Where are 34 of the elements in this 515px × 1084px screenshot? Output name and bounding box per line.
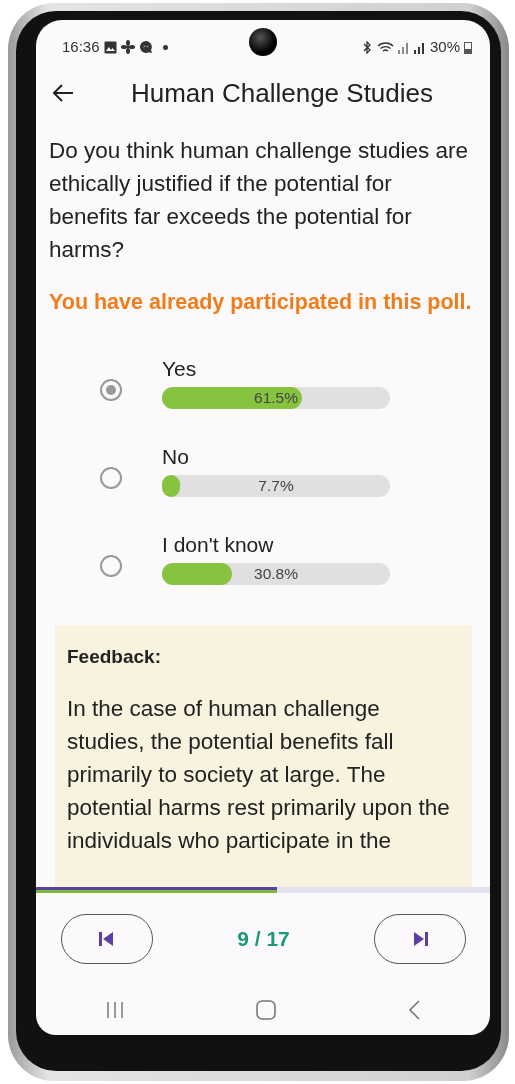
result-percent: 30.8% [253, 564, 299, 584]
feedback-heading: Feedback: [67, 645, 162, 669]
radio-button[interactable] [100, 467, 122, 489]
image-icon [103, 40, 117, 54]
result-percent: 61.5% [253, 388, 299, 408]
status-time: 16:36 [62, 36, 100, 57]
skip-previous-icon [99, 932, 115, 946]
previous-button[interactable] [61, 914, 153, 964]
option-label: No [162, 445, 190, 469]
question-text: Do you think human challenge studies are ethically justified if the potential for benefits far exceeds the potential for harms? [48, 137, 469, 264]
option-label: Yes [162, 357, 198, 381]
option-label: I don't know [162, 533, 275, 557]
screen-title: Human Challenge Studies [129, 76, 434, 110]
back-icon[interactable] [408, 1000, 420, 1020]
dot-icon [162, 44, 168, 50]
page-counter: 9 / 17 [237, 926, 290, 953]
feedback-text: In the case of human challenge studies, the potential benefits fall primarily to society at large. The potential harms rest primarily upon the individuals who participate in the [67, 694, 451, 855]
battery-icon [464, 40, 472, 54]
skip-next-icon [412, 932, 428, 946]
battery-percent: 30% [429, 36, 460, 57]
recent-apps-icon[interactable] [106, 1001, 124, 1019]
participation-notice: You have already participated in this poll. [48, 289, 473, 316]
result-percent: 7.7% [257, 476, 295, 496]
signal-icon [397, 40, 410, 54]
back-button[interactable] [52, 83, 74, 103]
radio-button[interactable] [100, 555, 122, 577]
next-button[interactable] [374, 914, 466, 964]
fan-icon [120, 40, 135, 54]
radio-button[interactable] [100, 379, 122, 401]
signal-icon [413, 40, 426, 54]
camera-hole [249, 28, 277, 56]
chat-icon [138, 40, 153, 54]
home-icon[interactable] [256, 1000, 276, 1020]
wifi-icon [376, 40, 394, 54]
